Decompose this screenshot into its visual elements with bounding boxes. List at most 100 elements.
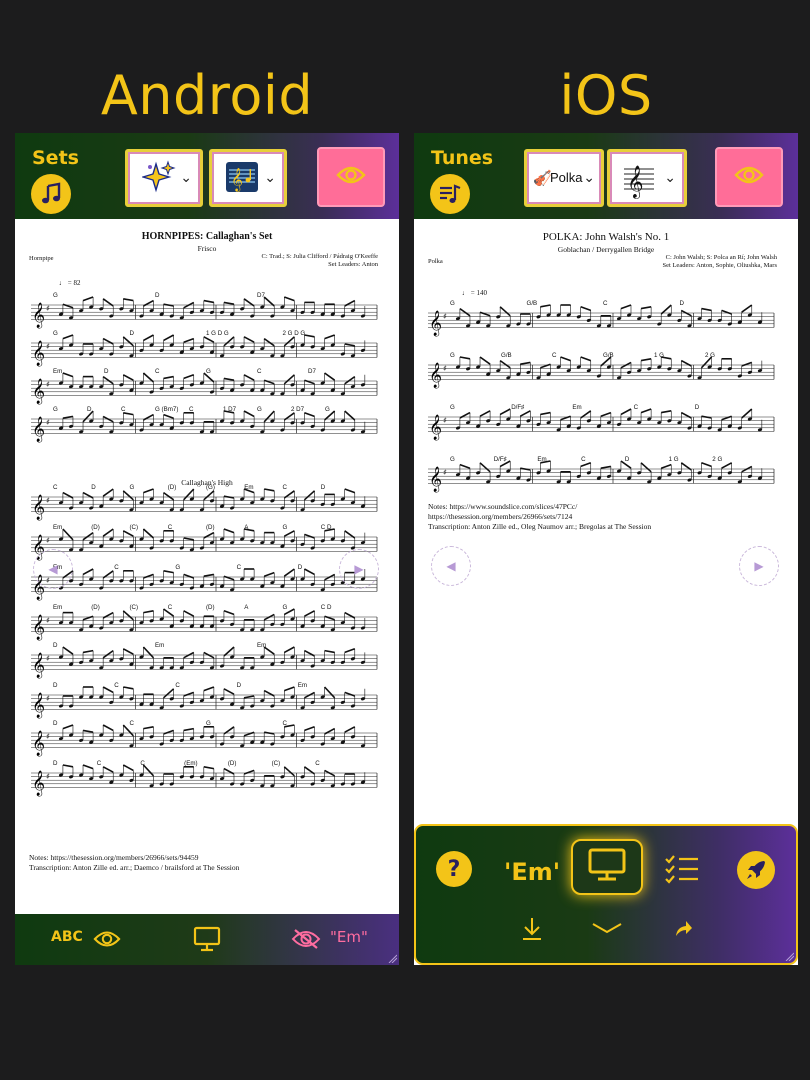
- eye-icon[interactable]: [93, 929, 121, 953]
- note-beam: [344, 410, 356, 421]
- chord-symbol: G: [257, 406, 262, 413]
- note-beam: [284, 296, 295, 302]
- note-beam: [223, 301, 235, 305]
- resize-grip-icon: [388, 954, 397, 963]
- note-beam: [263, 337, 275, 347]
- note-beam: [344, 691, 356, 697]
- key-signature: ♯: [46, 654, 50, 663]
- share-icon[interactable]: [672, 918, 694, 944]
- note-beam: [82, 649, 94, 654]
- playlist-icon[interactable]: [430, 174, 470, 214]
- chord-symbol: A: [244, 604, 249, 611]
- presentation-button[interactable]: [571, 839, 643, 895]
- previous-tune-button[interactable]: ◀: [431, 546, 471, 586]
- note-beam: [304, 533, 315, 539]
- treble-clef: 𝄞: [32, 730, 45, 756]
- note-beam: [62, 415, 74, 419]
- note-beam: [223, 377, 235, 381]
- staff-system: 𝄞 ♯G G/B C G/B 1 G 2 G: [428, 352, 775, 388]
- notes-line: https://thesession.org/members/26966/set…: [428, 512, 573, 521]
- notes-line: Transcription: Anton Zille ed., Oleg Nau…: [428, 522, 652, 531]
- sparkles-icon: [140, 160, 176, 198]
- chord-symbol: C: [114, 682, 119, 689]
- note-beam: [223, 336, 235, 347]
- view-dropdown[interactable]: 𝄞 ⌄: [209, 149, 287, 207]
- note-beam: [203, 573, 215, 577]
- note-beam: [580, 306, 592, 312]
- visibility-toggle-button[interactable]: [715, 147, 783, 207]
- chord-symbol: C: [315, 760, 320, 767]
- key-signature: ♯: [46, 304, 50, 313]
- eye-off-icon[interactable]: [291, 928, 321, 954]
- monitor-icon[interactable]: [193, 926, 221, 956]
- key-signature: ♯: [443, 468, 447, 477]
- visibility-toggle-button[interactable]: [317, 147, 385, 207]
- chord-symbol: (D): [206, 604, 215, 611]
- note-beam: [600, 411, 612, 417]
- note-beam: [62, 334, 74, 340]
- sheet-music: HORNPIPES: Callaghan's Set Frisco Hornpi…: [15, 219, 399, 914]
- chord-symbol: C: [168, 524, 173, 531]
- tune-meta: Hornpipe C: Trad.; S: Julia Clifford / P…: [15, 253, 399, 273]
- chord-symbol: C: [283, 720, 288, 727]
- chord-symbol: 1 D7: [223, 406, 237, 413]
- chevron-down-icon: ⌄: [180, 170, 192, 186]
- chord-symbol: G: [53, 292, 58, 299]
- note-beam: [82, 568, 94, 576]
- staff-system: 𝄞 ♯D C C D Em: [31, 682, 378, 718]
- note-beam: [540, 304, 551, 308]
- note-beam: [721, 415, 732, 421]
- rocket-icon[interactable]: [737, 851, 775, 889]
- note-beam: [243, 336, 255, 343]
- previous-tune-button[interactable]: ◀: [33, 549, 73, 589]
- key-label[interactable]: 'Em': [504, 858, 560, 886]
- clef-dropdown[interactable]: 𝄞 ⌄: [607, 149, 687, 207]
- next-tune-button[interactable]: ▶: [339, 549, 379, 589]
- note-beam: [82, 729, 94, 733]
- composer-info: C: John Walsh; S: Polca an Rí; John Wals…: [663, 254, 777, 270]
- note-beam: [102, 766, 114, 773]
- chevron-down-icon[interactable]: [590, 920, 624, 940]
- chord-symbol: (G): [206, 484, 215, 491]
- note-beam: [580, 356, 592, 362]
- note-beam: [459, 307, 471, 317]
- music-sheet-icon: 𝄞: [225, 161, 259, 197]
- rhythm-dropdown[interactable]: 🎻 Polka ⌄: [524, 149, 604, 207]
- key-label[interactable]: "Em": [330, 928, 368, 946]
- note-beam: [283, 374, 295, 385]
- note-beam: [284, 686, 295, 692]
- key-signature: ♯: [443, 416, 447, 425]
- chord-symbol: G/B: [603, 352, 614, 359]
- note-beam: [701, 462, 712, 468]
- note-beam: [304, 334, 315, 338]
- question-icon[interactable]: ?: [436, 851, 472, 887]
- note-beam: [102, 375, 114, 385]
- note-beam: [620, 408, 632, 416]
- key-signature: ♯: [46, 342, 50, 351]
- note-beam: [304, 379, 315, 385]
- note-beam: [82, 615, 94, 621]
- note-beam: [263, 379, 275, 385]
- category-dropdown[interactable]: ⌄: [125, 149, 203, 207]
- note-beam: [741, 304, 753, 313]
- music-note-icon[interactable]: [31, 174, 71, 214]
- sheet-notes: Notes: https://thesession.org/members/26…: [29, 853, 239, 873]
- treble-clef: 𝄞: [429, 310, 442, 336]
- checklist-icon[interactable]: [664, 854, 700, 890]
- staff-system: 𝄞 ♯Em (D) (C) C (D) A G C D: [31, 524, 378, 560]
- composer-label: C: Trad.; S: Julia Clifford / Pádraig O'…: [261, 253, 378, 260]
- note-beam: [102, 724, 114, 732]
- staff-system: 𝄞 ♯G D/F♯ Em C D 1 G 2 G: [428, 456, 775, 492]
- chord-symbol: D: [695, 404, 700, 411]
- note-beam: [223, 575, 235, 581]
- note-beam: [183, 573, 195, 579]
- note-beam: [344, 726, 356, 733]
- violin-icon: 🎻: [533, 169, 552, 187]
- treble-clef: 𝄞: [32, 302, 45, 328]
- chord-symbol: D: [104, 368, 109, 375]
- download-icon[interactable]: [520, 916, 544, 946]
- abc-toggle[interactable]: ABC: [51, 929, 83, 945]
- next-tune-button[interactable]: ▶: [739, 546, 779, 586]
- note-beam: [102, 649, 114, 659]
- staff-system: 𝄞 ♯G G/B C D: [428, 300, 775, 336]
